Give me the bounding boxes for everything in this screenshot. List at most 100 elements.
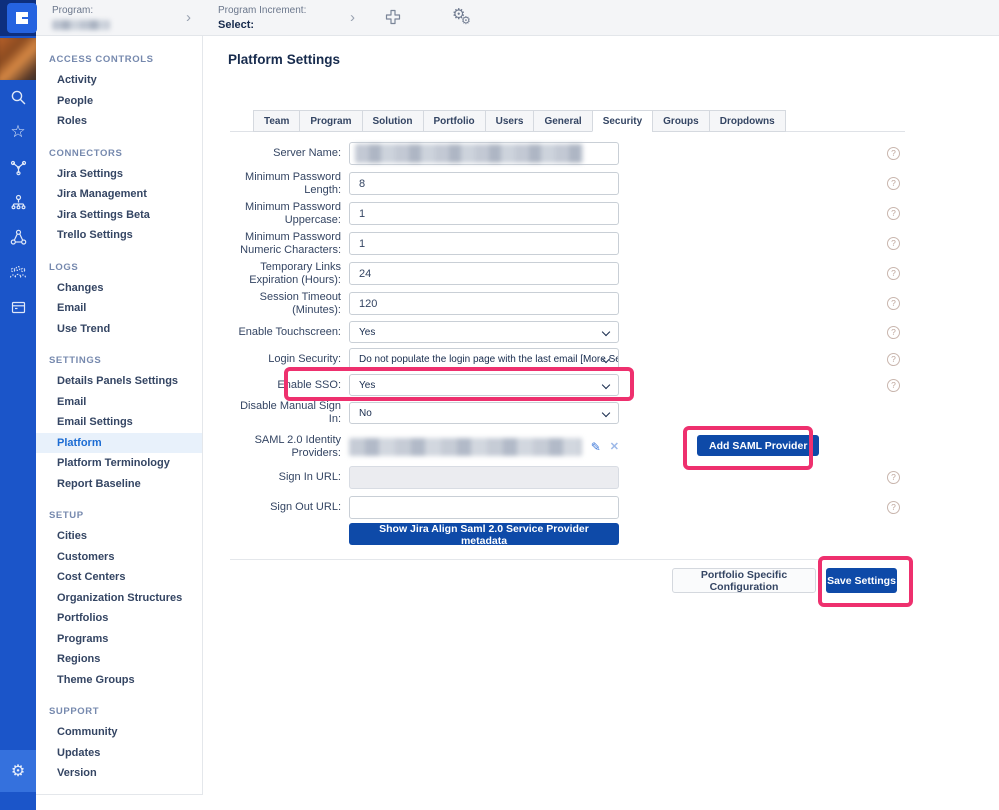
sidebar-item-programs[interactable]: Programs xyxy=(36,629,202,650)
tabs-bar: Team Program Solution Portfolio Users General… xyxy=(230,110,905,132)
form-row-sign-out-url: Sign Out URL:? xyxy=(228,496,928,519)
dropdown-select[interactable]: Do not populate the login page with the … xyxy=(349,348,619,370)
sidebar-item-platform-terminology[interactable]: Platform Terminology xyxy=(36,453,202,474)
tab-solution[interactable]: Solution xyxy=(361,110,424,132)
sidebar-section-connectors: CONNECTORS xyxy=(49,147,123,159)
help-icon[interactable]: ? xyxy=(887,378,900,392)
field-label: Minimum Password Length: xyxy=(245,170,341,196)
sidebar-item-portfolios[interactable]: Portfolios xyxy=(36,608,202,629)
show-saml-metadata-button[interactable]: Show Jira Align Saml 2.0 Service Provide… xyxy=(349,523,619,547)
help-icon[interactable]: ? xyxy=(887,237,900,250)
dropdown-select[interactable]: Yes xyxy=(349,321,619,343)
help-icon[interactable]: ? xyxy=(887,207,900,220)
icon-rail: ☆ ⚙ xyxy=(0,0,37,810)
connections-icon[interactable] xyxy=(9,158,27,176)
sidebar-item-email[interactable]: Email xyxy=(36,298,202,319)
form-row-login-security: Login Security: Do not populate the login… xyxy=(228,348,928,370)
sidebar-item-version[interactable]: Version xyxy=(36,763,202,784)
sidebar-item-details-panels-settings[interactable]: Details Panels Settings xyxy=(36,371,202,392)
jira-align-logo-icon[interactable] xyxy=(7,3,37,33)
tab-dropdowns[interactable]: Dropdowns xyxy=(708,110,786,132)
sidebar-item-trello-settings[interactable]: Trello Settings xyxy=(36,225,202,246)
sidebar-item-regions[interactable]: Regions xyxy=(36,649,202,670)
gears-icon[interactable]: ⚙ ⚙ xyxy=(452,5,478,31)
portfolio-specific-configuration-button[interactable]: Portfolio Specific Configuration xyxy=(672,568,816,593)
main-content: Platform Settings Team Program Solution Port… xyxy=(203,36,999,810)
sidebar-item-email[interactable]: Email xyxy=(36,392,202,413)
sidebar-section-support: SUPPORT xyxy=(49,706,100,717)
sidebar-item-organization-structures[interactable]: Organization Structures xyxy=(36,588,202,609)
tab-general[interactable]: General xyxy=(533,110,593,132)
tab-team[interactable]: Team xyxy=(253,110,301,132)
dropdown-select[interactable]: No xyxy=(349,402,619,424)
search-icon[interactable] xyxy=(9,88,27,106)
sidebar-item-people[interactable]: People xyxy=(36,91,202,112)
sidebar-item-email-settings[interactable]: Email Settings xyxy=(36,412,202,433)
avatar[interactable] xyxy=(0,38,36,80)
network-icon[interactable] xyxy=(9,228,27,246)
sidebar-item-cities[interactable]: Cities xyxy=(36,526,202,547)
settings-gear-icon[interactable]: ⚙ xyxy=(0,750,36,792)
tab-groups[interactable]: Groups xyxy=(652,110,710,132)
sidebar-item-jira-management[interactable]: Jira Management xyxy=(36,184,202,205)
help-icon[interactable]: ? xyxy=(887,177,900,190)
tab-users[interactable]: Users xyxy=(484,110,535,132)
sidebar-item-customers[interactable]: Customers xyxy=(36,547,202,568)
field-label: Login Security: xyxy=(268,352,341,365)
chevron-down-icon xyxy=(601,408,611,418)
sidebar-item-theme-groups[interactable]: Theme Groups xyxy=(36,670,202,691)
star-icon[interactable]: ☆ xyxy=(9,123,27,141)
hierarchy-icon[interactable] xyxy=(9,193,27,211)
help-icon[interactable]: ? xyxy=(887,471,900,484)
text-input[interactable] xyxy=(349,496,619,519)
save-settings-button[interactable]: Save Settings xyxy=(826,568,897,593)
text-input[interactable]: 1 xyxy=(349,232,619,255)
form-row-session-timeout-minutes: Session Timeout (Minutes): 120? xyxy=(228,291,928,316)
sidebar-section-logs: LOGS xyxy=(49,261,79,273)
help-icon[interactable]: ? xyxy=(887,325,900,339)
tab-portfolio[interactable]: Portfolio xyxy=(422,110,486,132)
text-input[interactable]: 24 xyxy=(349,262,619,285)
jira-align-app: ☆ ⚙ Program: › Program Increment: Select… xyxy=(0,0,999,810)
help-icon[interactable]: ? xyxy=(887,297,900,310)
sidebar-item-changes[interactable]: Changes xyxy=(36,278,202,299)
sidebar-item-community[interactable]: Community xyxy=(36,722,202,743)
sidebar-item-jira-settings-beta[interactable]: Jira Settings Beta xyxy=(36,205,202,226)
people-icon[interactable] xyxy=(9,263,27,281)
field-label: Enable Touchscreen: xyxy=(238,325,341,338)
form-row-temporary-links-expiration-hours: Temporary Links Expiration (Hours): 24? xyxy=(228,261,928,286)
program-selector[interactable]: Program: xyxy=(52,5,110,30)
text-input[interactable] xyxy=(349,142,619,165)
chevron-right-icon: › xyxy=(350,9,355,26)
sidebar-item-roles[interactable]: Roles xyxy=(36,111,202,132)
board-icon[interactable] xyxy=(9,298,27,316)
sidebar-item-updates[interactable]: Updates xyxy=(36,743,202,764)
field-label: Minimum Password Uppercase: xyxy=(245,200,341,226)
text-input[interactable]: 1 xyxy=(349,202,619,225)
sidebar-item-platform[interactable]: Platform xyxy=(36,432,202,453)
tab-program[interactable]: Program xyxy=(299,110,363,132)
help-icon[interactable]: ? xyxy=(887,267,900,280)
field-label: Enable SSO: xyxy=(277,378,341,391)
delete-icon[interactable]: ✕ xyxy=(610,441,619,453)
selected-option: No xyxy=(359,407,372,419)
blurred-value xyxy=(355,144,583,163)
program-increment-selector[interactable]: Program Increment: Select: xyxy=(218,5,306,31)
dropdown-select[interactable]: Yes xyxy=(349,374,619,396)
edit-icon[interactable]: ✎ xyxy=(591,441,601,453)
help-icon[interactable]: ? xyxy=(887,501,900,514)
help-icon[interactable]: ? xyxy=(887,352,900,366)
text-input[interactable]: 8 xyxy=(349,172,619,195)
logo-area xyxy=(0,0,37,36)
sidebar-item-cost-centers[interactable]: Cost Centers xyxy=(36,567,202,588)
text-input[interactable]: 120 xyxy=(349,292,619,315)
sidebar-item-report-baseline[interactable]: Report Baseline xyxy=(36,474,202,495)
sidebar-item-jira-settings[interactable]: Jira Settings xyxy=(36,164,202,185)
help-icon[interactable]: ? xyxy=(887,147,900,160)
tab-security[interactable]: Security xyxy=(591,110,654,132)
sidebar-section-settings: SETTINGS xyxy=(49,355,102,366)
sidebar-item-activity[interactable]: Activity xyxy=(36,70,202,91)
sidebar-item-use-trend[interactable]: Use Trend xyxy=(36,319,202,340)
add-saml-provider-button[interactable]: Add SAML Provider xyxy=(697,435,820,456)
plus-icon[interactable] xyxy=(384,8,402,31)
